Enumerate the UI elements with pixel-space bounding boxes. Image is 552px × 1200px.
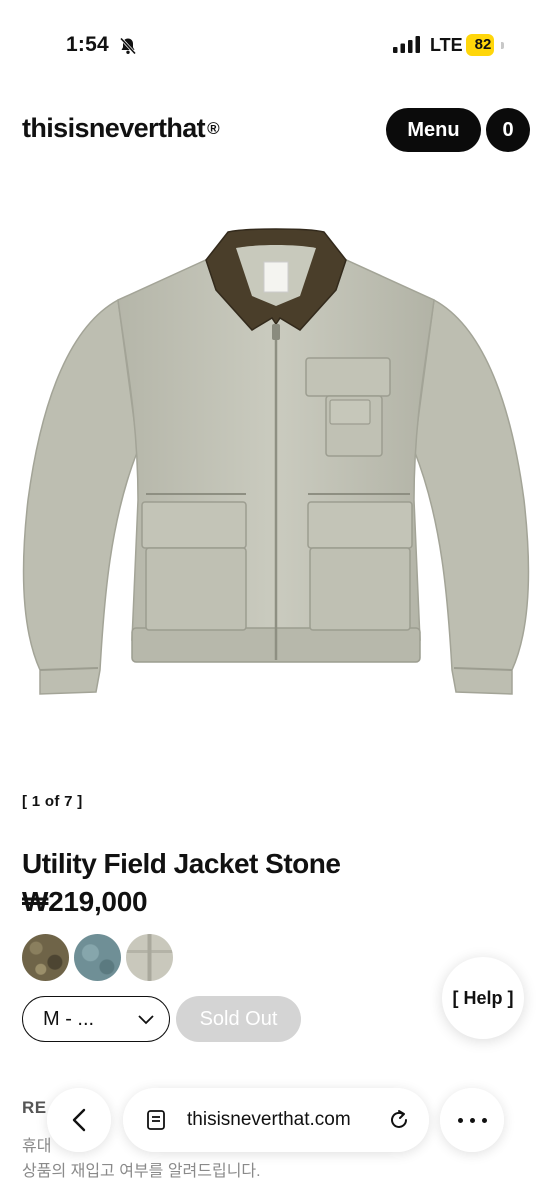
jacket-sleeve-right [413,298,530,695]
product-image[interactable] [0,200,552,740]
status-bar: 1:54 LTE 82 [0,0,552,90]
battery-percent: 82 [474,36,492,53]
pocket-left [145,547,247,631]
zipper-pull [272,324,280,340]
back-arrow-icon [72,1108,86,1132]
product-price: ₩219,000 [22,886,148,917]
brand-logo[interactable]: thisisneverthat ® [22,113,220,144]
neck-label [263,261,289,293]
brand-logo-text: thisisneverthat [22,113,206,143]
pocket-right [309,547,411,631]
product-title: Utility Field Jacket Stone [22,848,341,879]
chest-pocket-flap [305,357,391,397]
menu-button[interactable]: Menu [386,108,481,152]
image-counter: [ 1 of 7 ] [22,793,83,810]
more-icon-dot [470,1118,475,1123]
swatch-blue[interactable] [74,934,121,981]
cart-button[interactable]: 0 [486,108,530,152]
sold-out-button[interactable]: Sold Out [176,996,301,1042]
restock-description-line2: 상품의 재입고 여부를 알려드립니다. [22,1163,261,1180]
bell-slash-icon [119,37,137,55]
battery-cap [501,42,504,49]
browser-back-button[interactable] [47,1088,111,1152]
more-icon-dot [482,1118,487,1123]
network-type: LTE [430,35,463,55]
restock-title: RE [22,1098,47,1117]
status-time: 1:54 [66,33,109,56]
page-icon [147,1110,165,1130]
help-button[interactable]: [ Help ] [442,957,524,1039]
jacket-sleeve-left [22,298,139,695]
chest-pocket-small-flap [329,399,371,425]
restock-description-line1: 휴대 [22,1138,52,1155]
pocket-right-flap [307,501,413,549]
size-select[interactable]: M - ... [22,996,170,1042]
more-icon-dot [458,1118,463,1123]
registered-mark: ® [207,119,220,138]
address-bar[interactable]: thisisneverthat.com [123,1088,429,1152]
swatch-stone[interactable] [126,934,173,981]
pocket-left-flap [141,501,247,549]
battery-icon: 82 [466,34,504,56]
swatch-brown-camo[interactable] [22,934,69,981]
chevron-down-icon [138,1015,154,1025]
reload-icon[interactable] [386,1107,412,1133]
address-url: thisisneverthat.com [187,1109,351,1130]
signal-icon [393,36,420,53]
browser-more-button[interactable] [440,1088,504,1152]
size-select-value: M - ... [43,1008,95,1030]
